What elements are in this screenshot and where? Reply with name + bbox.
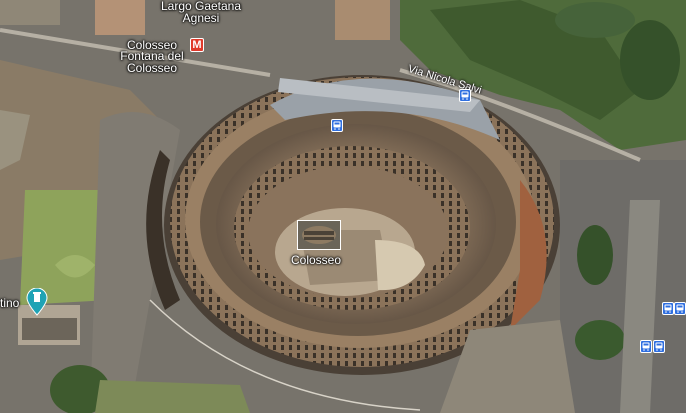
bus-stop-icon[interactable] xyxy=(653,340,665,353)
bus-stop-icon[interactable] xyxy=(662,302,674,315)
satellite-map[interactable]: Largo Gaetana Agnesi Colosseo M Fontana … xyxy=(0,0,686,413)
landmark-label[interactable]: Colosseo xyxy=(291,254,341,267)
bus-stop-icon[interactable] xyxy=(674,302,686,315)
fontana-label[interactable]: Fontana del Colosseo xyxy=(112,50,192,74)
place-label-left[interactable]: tino xyxy=(0,297,19,310)
bus-stop-icon[interactable] xyxy=(331,119,343,132)
photo-marker-icon[interactable] xyxy=(297,220,341,250)
map-imagery xyxy=(0,0,686,413)
bus-stop-icon[interactable] xyxy=(459,89,471,102)
bus-stop-icon[interactable] xyxy=(640,340,652,353)
metro-icon[interactable]: M xyxy=(190,38,204,52)
largo-label: Largo Gaetana Agnesi xyxy=(160,0,242,25)
tower-pin-icon[interactable] xyxy=(26,287,48,321)
